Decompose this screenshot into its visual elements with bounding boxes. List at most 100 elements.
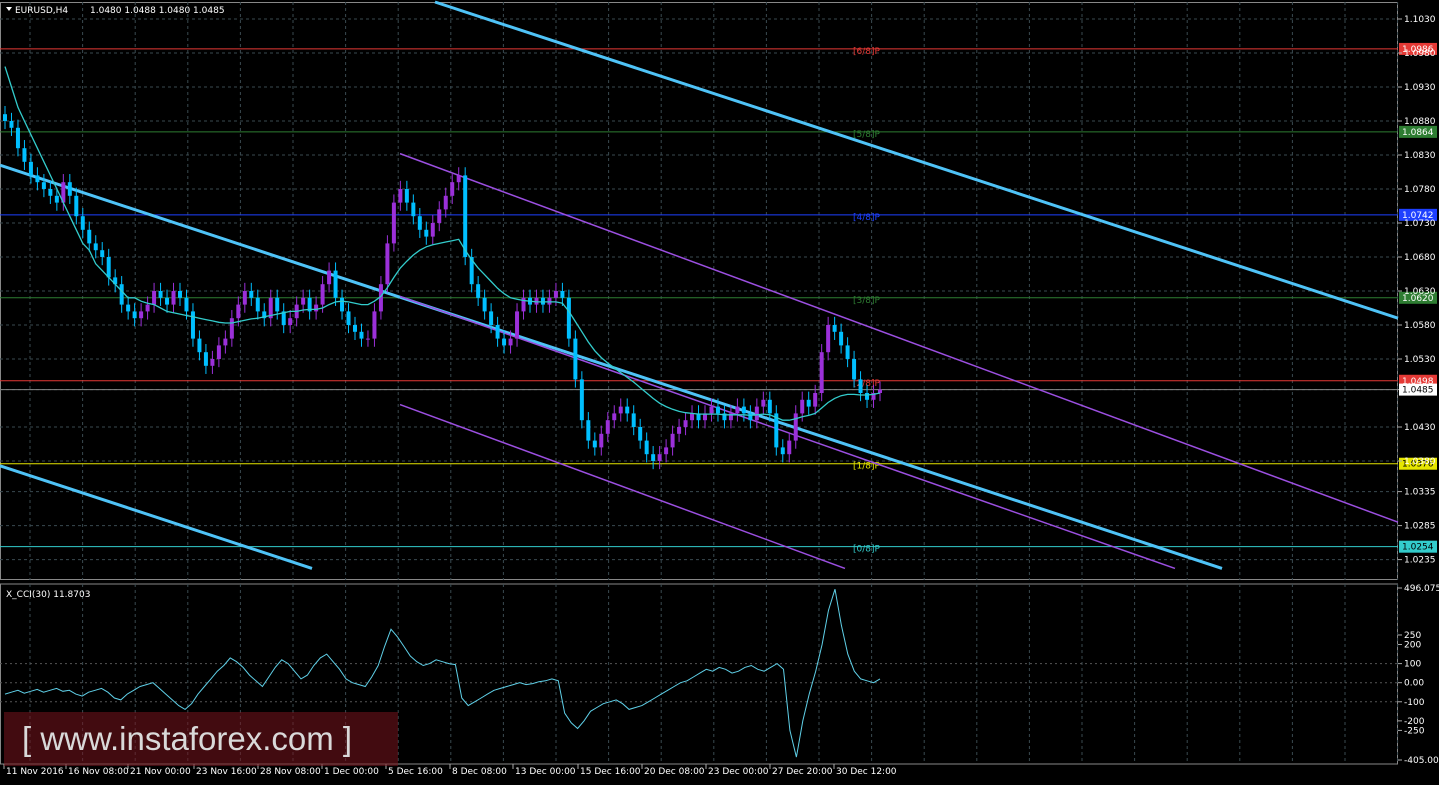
candle-body [605,420,610,434]
candle-body [22,148,27,162]
price-tick-label: 1.0580 [1404,321,1436,331]
candle-body [417,216,422,230]
time-tick-label: 28 Nov 08:00 [260,767,321,777]
candle-body [586,420,591,441]
candle-body [813,393,818,407]
candle-body [683,420,688,427]
price-tick-label: 1.0285 [1404,522,1436,532]
candle-body [748,413,753,421]
candle-body [502,338,507,346]
candle-body [553,291,558,298]
price-tick-label: 1.0880 [1404,117,1436,127]
candle-body [618,406,623,414]
candle-body [495,325,500,339]
price-tick-label: 1.0830 [1404,151,1436,161]
candle-body [741,406,746,414]
chart-svg[interactable]: [6/8]P 1.0986[5/8]P 1.0864[4/8]P 1.0742[3/8… [0,0,1439,781]
time-tick-label: 13 Dec 00:00 [515,767,576,777]
candle-body [592,440,597,448]
candle-body [599,433,604,448]
current-price-label: 1.0485 [1402,386,1434,396]
candle-body [852,359,857,380]
candle-body [320,284,325,305]
candle-body [333,270,338,298]
candle-body [476,284,481,298]
candle-body [437,209,442,223]
candle-body [638,427,643,441]
cci-tick-label: 100 [1404,660,1421,670]
candle-body [3,114,7,121]
candle-body [165,297,170,305]
candle-body [359,331,364,339]
candle-body [275,297,280,312]
murrey-level-label: [0/8]P [853,545,881,555]
candle-body [15,127,20,149]
candle-body [430,223,435,237]
candle-body [145,304,150,312]
time-tick-label: 15 Dec 16:00 [580,767,641,777]
candle-body [190,311,195,339]
candle-body [216,345,221,359]
time-tick-label: 1 Dec 00:00 [324,767,379,777]
candle-body [651,454,656,461]
candle-body [566,297,571,339]
candle-body [249,291,254,298]
mt4-chart-window: [6/8]P 1.0986 [5/8]P 1.0864 [4/8]P 1.0742 [3/8… [0,0,1439,781]
candle-body [560,291,565,298]
candle-body [489,311,494,325]
candle-body [690,413,695,421]
candle-body [515,311,520,339]
cci-tick-label: 496.0751 [1404,584,1439,594]
candle-body [229,318,234,339]
candle-body [709,406,714,414]
candle-body [106,257,111,278]
candle-body [540,297,545,305]
candle-body [754,406,759,421]
candle-body [236,304,241,319]
candle-body [93,243,98,251]
candle-body [631,413,636,427]
candle-body [67,182,72,196]
candle-body [845,345,850,359]
price-tick-label: 1.0335 [1404,488,1436,498]
candle-body [865,393,870,400]
candle-body [385,243,390,285]
candle-body [178,291,182,298]
price-tick-label: 1.0530 [1404,355,1436,365]
time-tick-label: 23 Nov 16:00 [196,767,257,777]
candle-body [878,389,882,393]
murrey-price-label: 1.0864 [1402,128,1434,138]
candle-body [288,318,293,325]
candle-body [346,311,351,325]
candle-body [314,304,319,312]
candle-body [735,406,740,414]
cci-tick-label: -405.009 [1404,756,1439,766]
candle-body [411,202,416,217]
candle-body [443,195,448,210]
candle-body [197,338,202,353]
candle-body [826,325,831,353]
candle-body [203,352,208,366]
candle-body [340,297,345,312]
candle-body [132,311,137,319]
cci-tick-label: 0.00 [1404,679,1424,689]
price-tick-label: 1.1030 [1404,15,1436,25]
candle-body [210,359,215,366]
candle-body [100,250,105,257]
candle-body [327,270,332,285]
candle-body [87,229,92,244]
time-tick-label: 5 Dec 16:00 [388,767,443,777]
candle-body [657,454,662,461]
murrey-level-label: [4/8]P [853,213,881,223]
candle-body [398,189,403,203]
watermark: [ www.instaforex.com ] [4,712,398,766]
murrey-price-label: 1.0254 [1402,543,1434,553]
candle-body [301,297,306,305]
candle-body [255,297,260,312]
time-tick-label: 16 Nov 08:00 [68,767,129,777]
candle-body [41,182,46,189]
candle-body [612,413,617,421]
candle-body [482,297,487,312]
price-tick-label: 1.0930 [1404,83,1436,93]
time-tick-label: 23 Dec 00:00 [708,767,769,777]
